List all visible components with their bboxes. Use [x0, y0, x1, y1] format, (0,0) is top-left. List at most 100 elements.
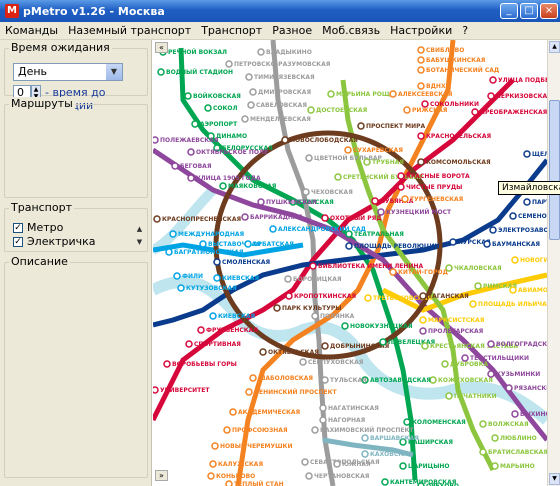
station-label[interactable]: СМОЛЕНСКАЯ — [222, 259, 271, 266]
station[interactable]: НОВОГИРЕЕВО — [511, 256, 547, 264]
station[interactable]: ДУБРОВКА — [441, 360, 489, 368]
station-dot[interactable] — [344, 146, 352, 154]
station[interactable]: ЛЮБЛИНО — [491, 434, 537, 442]
station-dot[interactable] — [173, 272, 181, 280]
station-dot[interactable] — [285, 292, 293, 300]
metro-map[interactable]: РЕЧНОЙ ВОКЗАЛ ВОДНЫЙ СТАДИОН ВОЙКОВСКАЯ СОК… — [153, 40, 547, 486]
station[interactable]: КРАСНЫЕ ВОРОТА — [397, 172, 470, 180]
station-dot[interactable] — [321, 214, 329, 222]
station-label[interactable]: ПРОФСОЮЗНАЯ — [232, 427, 288, 434]
station-dot[interactable] — [305, 154, 313, 162]
station[interactable]: АЛЕКСЕЕВСКАЯ — [389, 90, 453, 98]
metro-map-canvas[interactable]: РЕЧНОЙ ВОКЗАЛ ВОДНЫЙ СТАДИОН ВОЙКОВСКАЯ СОК… — [153, 40, 547, 486]
station[interactable]: ЧКАЛОВСКАЯ — [445, 264, 502, 272]
station[interactable]: ШАБОЛОВСКАЯ — [249, 374, 313, 382]
station[interactable]: ЧЕРТАНОВСКАЯ — [305, 472, 370, 480]
station-label[interactable]: ОХОТНЫЙ РЯД — [330, 214, 382, 222]
station-label[interactable]: ПЕТРОВСКО-РАЗУМОВСКАЯ — [234, 61, 331, 68]
station-label[interactable]: КРАСНЫЕ ВОРОТА — [406, 173, 470, 180]
station-label[interactable]: АЛЕКСАНДРОВСКИЙ САД — [278, 225, 366, 233]
station-label[interactable]: НАГАТИНСКАЯ — [328, 405, 379, 412]
station-label[interactable]: СВИБЛОВО — [426, 47, 464, 54]
station[interactable]: ФРУНЗЕНСКАЯ — [197, 326, 258, 334]
station-dot[interactable] — [225, 60, 233, 68]
station-label[interactable]: ПОЛЯНКА — [320, 313, 355, 320]
station[interactable]: ЧЕХОВСКАЯ — [302, 188, 353, 196]
station-label[interactable]: КРОПОТКИНСКАЯ — [294, 293, 357, 300]
station-label[interactable]: МАЯКОВСКАЯ — [228, 183, 277, 190]
station[interactable]: ВОРОБЬЕВЫ ГОРЫ — [163, 360, 237, 368]
station-dot[interactable] — [403, 418, 411, 426]
station-label[interactable]: ДИНАМО — [216, 133, 247, 140]
station-label[interactable]: ПРОЛЕТАРСКАЯ — [428, 328, 484, 335]
station-label[interactable]: НАХИМОВСКИЙ ПРОСПЕКТ — [320, 426, 414, 434]
station[interactable]: НОВЫЕ ЧЕРЕМУШКИ — [211, 442, 292, 450]
station-dot[interactable] — [489, 76, 497, 84]
station[interactable]: МАРКСИСТСКАЯ — [419, 316, 485, 324]
station[interactable]: ПАРК КУЛЬТУРЫ — [273, 304, 341, 312]
station-dot[interactable] — [491, 434, 499, 442]
station-dot[interactable] — [523, 198, 531, 206]
station-label[interactable]: БЕГОВАЯ — [180, 163, 212, 170]
station-label[interactable]: АВИАМОТОРНАЯ — [518, 287, 547, 294]
station-label[interactable]: КОНЬКОВО — [216, 473, 255, 480]
station-label[interactable]: ТАГАНСКАЯ — [428, 293, 469, 300]
station-dot[interactable] — [445, 392, 453, 400]
station[interactable]: ДОБРЫНИНСКАЯ — [321, 342, 390, 350]
map-vertical-scrollbar[interactable]: ▲ ▼ — [547, 40, 560, 486]
station[interactable]: ПЛОЩАДЬ РЕВОЛЮЦИИ — [345, 242, 440, 250]
station-dot[interactable] — [389, 90, 397, 98]
station[interactable]: УЛИЦА 1905 ГОДА — [187, 174, 261, 182]
station-dot[interactable] — [305, 472, 313, 480]
station-label[interactable]: ЧИСТЫЕ ПРУДЫ — [406, 184, 462, 191]
station-dot[interactable] — [474, 282, 482, 290]
station-dot[interactable] — [244, 240, 252, 248]
station[interactable]: АРБАТСКАЯ — [244, 240, 294, 248]
station[interactable]: КОМСОМОЛЬСКАЯ — [417, 158, 491, 166]
station-label[interactable]: КАХОВСКАЯ — [370, 451, 413, 458]
station-dot[interactable] — [509, 286, 517, 294]
station-dot[interactable] — [307, 106, 315, 114]
station[interactable]: АЛЕКСАНДРОВСКИЙ САД — [269, 225, 366, 233]
station-label[interactable]: ДУБРОВКА — [450, 361, 489, 368]
station-dot[interactable] — [345, 242, 353, 250]
chevron-down-icon[interactable]: ▼ — [106, 64, 122, 80]
station-dot[interactable] — [377, 208, 385, 216]
station-label[interactable]: ЧЕРКИЗОВСКАЯ — [496, 93, 547, 100]
station[interactable]: КУЗНЕЦКИЙ МОСТ — [377, 208, 452, 216]
station[interactable]: НАХИМОВСКИЙ ПРОСПЕКТ — [311, 426, 414, 434]
station[interactable]: СУХАРЕВСКАЯ — [344, 146, 403, 154]
station-label[interactable]: ПОЛЕЖАЕВСКАЯ — [160, 137, 219, 144]
station-dot[interactable] — [204, 104, 212, 112]
station-dot[interactable] — [397, 172, 405, 180]
station[interactable]: УЛИЦА ПОДБЕЛЬСКОГО — [489, 76, 547, 84]
station-dot[interactable] — [483, 240, 491, 248]
station[interactable]: КУТУЗОВСКАЯ — [177, 284, 237, 292]
station-dot[interactable] — [357, 122, 365, 130]
station-dot[interactable] — [417, 56, 425, 64]
station-dot[interactable] — [273, 304, 281, 312]
station-dot[interactable] — [153, 136, 159, 144]
station-dot[interactable] — [184, 92, 192, 100]
station[interactable]: БРАТИСЛАВСКАЯ — [479, 448, 547, 456]
station[interactable]: ТРУБНАЯ — [363, 158, 404, 166]
station[interactable]: ТЕПЛЫЙ СТАН — [225, 480, 284, 486]
station[interactable]: АКАДЕМИЧЕСКАЯ — [229, 408, 301, 416]
station[interactable]: ПРОСПЕКТ МИРА — [357, 122, 426, 130]
station-dot[interactable] — [247, 101, 255, 109]
station-label[interactable]: БАБУШКИНСКАЯ — [426, 57, 486, 64]
station-label[interactable]: ВЫХИНО — [520, 411, 547, 418]
station[interactable]: ВЫСТАВОЧНАЯ — [199, 240, 261, 248]
station-dot[interactable] — [211, 442, 219, 450]
station-dot[interactable] — [219, 182, 227, 190]
station[interactable]: ОКТЯБРЬСКАЯ — [259, 348, 319, 356]
station[interactable]: КРАСНОПРЕСНЕНСКАЯ — [153, 215, 241, 223]
station-dot[interactable] — [157, 68, 165, 76]
station[interactable]: КАХОВСКАЯ — [361, 450, 413, 458]
station-label[interactable]: НАГОРНАЯ — [328, 417, 366, 424]
scroll-up-icon[interactable]: ▲ — [549, 41, 560, 53]
station-label[interactable]: УЛИЦА 1905 ГОДА — [196, 175, 261, 182]
station-label[interactable]: НОВОГИРЕЕВО — [520, 257, 547, 264]
station-dot[interactable] — [229, 408, 237, 416]
station-label[interactable]: КИТАЙ-ГОРОД — [398, 268, 448, 276]
